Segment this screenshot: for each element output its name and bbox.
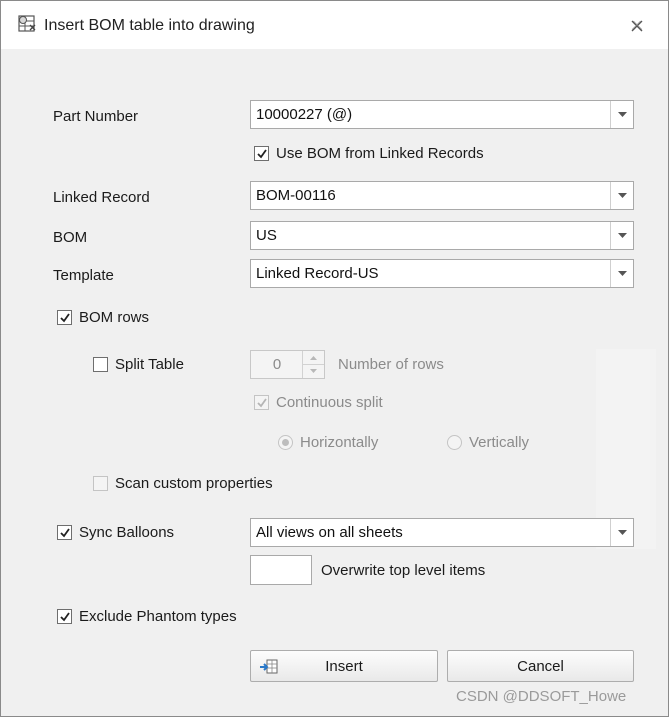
number-of-rows-label: Number of rows [338,356,444,373]
split-table-checkbox[interactable] [93,357,108,372]
vertically-label: Vertically [469,434,530,451]
sync-balloons-label: Sync Balloons [79,524,175,541]
linked-record-combo[interactable]: BOM-00116 [250,181,634,210]
scan-custom-label: Scan custom properties [115,475,273,492]
chevron-down-icon[interactable] [610,519,633,546]
bom-combo[interactable]: US [250,221,634,250]
insert-button[interactable]: Insert [250,650,438,682]
radio-selected-dot [282,439,289,446]
bom-rows-checkbox[interactable] [57,310,72,325]
use-bom-linked-label: Use BOM from Linked Records [276,145,484,162]
bom-value: US [256,227,277,244]
bom-label: BOM [53,229,88,246]
vertically-radio[interactable] [447,435,462,450]
linked-record-value: BOM-00116 [256,187,336,204]
checkmark-icon [257,398,267,408]
close-icon[interactable] [627,16,647,36]
sync-balloons-checkbox[interactable] [57,525,72,540]
stepper-up-icon[interactable] [303,351,324,365]
stepper-down-icon[interactable] [303,364,324,377]
bom-rows-label: BOM rows [79,309,150,326]
checkmark-icon [60,528,70,538]
chevron-down-icon[interactable] [610,101,633,128]
continuous-split-checkbox[interactable] [254,395,269,410]
insert-bom-dialog: Insert BOM table into drawing Part Numbe… [0,0,669,717]
linked-record-label: Linked Record [53,189,150,206]
scan-custom-checkbox[interactable] [93,476,108,491]
split-table-label: Split Table [115,356,184,373]
exclude-phantom-label: Exclude Phantom types [79,608,237,625]
part-number-value: 10000227 (@) [256,106,353,123]
dialog-body: Part Number 10000227 (@) Use BOM from Li… [13,49,657,712]
template-value: Linked Record-US [256,265,379,282]
rows-value: 0 [272,356,282,373]
horizontally-label: Horizontally [300,434,379,451]
chevron-down-icon[interactable] [610,260,633,287]
watermark: CSDN @DDSOFT_Howe [456,688,627,705]
bom-table-app-icon [18,15,36,32]
overwrite-input[interactable] [250,555,312,585]
stepper-buttons [302,351,324,378]
part-number-label: Part Number [53,108,139,125]
overwrite-label: Overwrite top level items [321,562,486,579]
chevron-down-icon[interactable] [610,182,633,209]
chevron-down-icon[interactable] [610,222,633,249]
sync-balloons-value: All views on all sheets [256,524,403,541]
checkmark-icon [60,313,70,323]
title-bar: Insert BOM table into drawing [1,1,668,49]
part-number-combo[interactable]: 10000227 (@) [250,100,634,129]
template-label: Template [53,267,114,284]
checkmark-icon [257,149,267,159]
rows-stepper[interactable]: 0 [250,350,325,379]
checkmark-icon [60,612,70,622]
window-title: Insert BOM table into drawing [44,17,255,34]
horizontally-radio[interactable] [278,435,293,450]
insert-button-label: Insert [325,658,363,675]
exclude-phantom-checkbox[interactable] [57,609,72,624]
sync-balloons-combo[interactable]: All views on all sheets [250,518,634,547]
cancel-button[interactable]: Cancel [447,650,634,682]
continuous-split-label: Continuous split [276,394,383,411]
cancel-button-label: Cancel [517,658,564,675]
use-bom-linked-checkbox[interactable] [254,146,269,161]
template-combo[interactable]: Linked Record-US [250,259,634,288]
